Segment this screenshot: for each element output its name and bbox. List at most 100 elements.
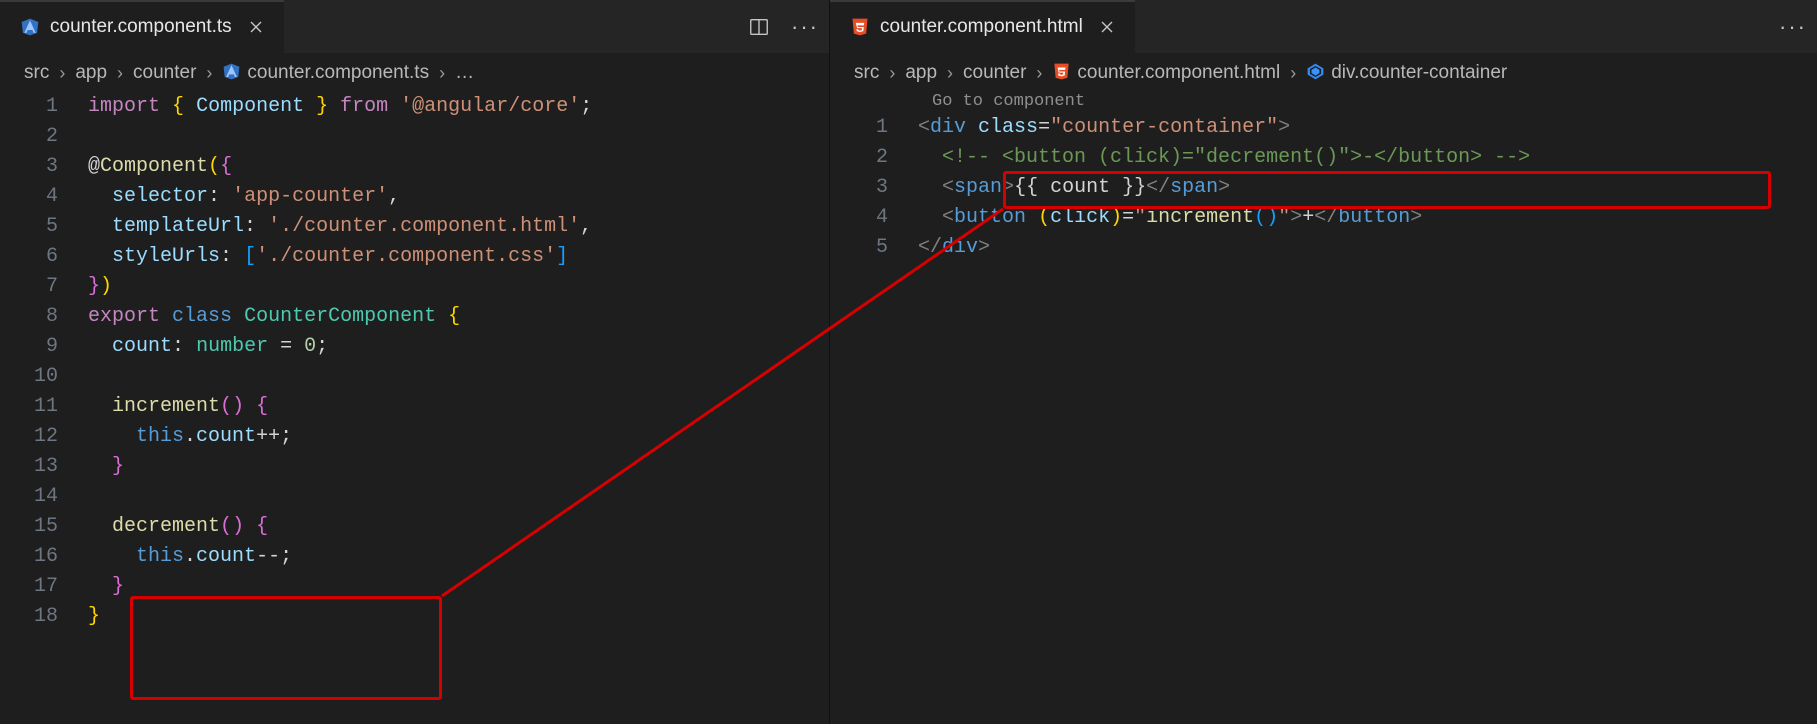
breadcrumbs-right[interactable]: src›app›counter›counter.component.html›d… <box>830 54 1817 90</box>
line-number: 1 <box>0 92 88 122</box>
chevron-right-icon: › <box>885 63 899 84</box>
code-content[interactable]: }) <box>88 272 829 302</box>
code-line[interactable]: 5 templateUrl: './counter.component.html… <box>0 212 829 242</box>
breadcrumb-segment[interactable]: app <box>75 62 107 84</box>
code-line[interactable]: 18} <box>0 602 829 632</box>
code-line[interactable]: 11 increment() { <box>0 392 829 422</box>
code-lens-link[interactable]: Go to component <box>830 92 1817 111</box>
code-content[interactable]: increment() { <box>88 392 829 422</box>
code-line[interactable]: 3@Component({ <box>0 152 829 182</box>
code-content[interactable] <box>88 482 829 512</box>
breadcrumbs-left[interactable]: src›app›counter›counter.component.ts›… <box>0 54 829 90</box>
code-line[interactable]: 2 <box>0 122 829 152</box>
breadcrumb-segment[interactable]: counter.component.ts <box>222 62 429 84</box>
code-line[interactable]: 5</div> <box>830 233 1817 263</box>
code-line[interactable]: 14 <box>0 482 829 512</box>
line-number: 18 <box>0 602 88 632</box>
line-number: 17 <box>0 572 88 602</box>
line-number: 4 <box>0 182 88 212</box>
breadcrumb-segment[interactable]: div.counter-container <box>1306 62 1507 84</box>
breadcrumb-segment[interactable]: src <box>854 62 879 84</box>
code-line[interactable]: 1<div class="counter-container"> <box>830 113 1817 143</box>
code-content[interactable]: <div class="counter-container"> <box>918 113 1817 143</box>
close-icon[interactable] <box>246 17 266 37</box>
code-line[interactable]: 13 } <box>0 452 829 482</box>
code-line[interactable]: 7}) <box>0 272 829 302</box>
code-content[interactable]: selector: 'app-counter', <box>88 182 829 212</box>
line-number: 4 <box>830 203 918 233</box>
tab-bar-left: counter.component.ts ··· <box>0 0 829 54</box>
code-content[interactable]: } <box>88 572 829 602</box>
code-content[interactable]: @Component({ <box>88 152 829 182</box>
code-line[interactable]: 4 selector: 'app-counter', <box>0 182 829 212</box>
code-content[interactable] <box>88 122 829 152</box>
angular-icon <box>222 62 241 81</box>
code-line[interactable]: 16 this.count--; <box>0 542 829 572</box>
code-editor-left[interactable]: 1import { Component } from '@angular/cor… <box>0 90 829 632</box>
line-number: 3 <box>830 173 918 203</box>
code-content[interactable]: </div> <box>918 233 1817 263</box>
code-line[interactable]: 3 <span>{{ count }}</span> <box>830 173 1817 203</box>
more-actions-icon[interactable]: ··· <box>793 15 817 39</box>
code-content[interactable] <box>88 362 829 392</box>
line-number: 8 <box>0 302 88 332</box>
breadcrumb-segment[interactable]: counter <box>133 62 196 84</box>
breadcrumb-segment[interactable]: app <box>905 62 937 84</box>
code-line[interactable]: 1import { Component } from '@angular/cor… <box>0 92 829 122</box>
code-content[interactable]: <span>{{ count }}</span> <box>918 173 1817 203</box>
code-content[interactable]: styleUrls: ['./counter.component.css'] <box>88 242 829 272</box>
chevron-right-icon: › <box>1032 63 1046 84</box>
tab-counter-ts[interactable]: counter.component.ts <box>0 0 284 53</box>
code-line[interactable]: 8export class CounterComponent { <box>0 302 829 332</box>
code-content[interactable]: <button (click)="increment()">+</button> <box>918 203 1817 233</box>
code-line[interactable]: 6 styleUrls: ['./counter.component.css'] <box>0 242 829 272</box>
code-line[interactable]: 15 decrement() { <box>0 512 829 542</box>
line-number: 6 <box>0 242 88 272</box>
code-content[interactable]: <!-- <button (click)="decrement()">-</bu… <box>918 143 1817 173</box>
line-number: 15 <box>0 512 88 542</box>
line-number: 7 <box>0 272 88 302</box>
chevron-right-icon: › <box>435 63 449 84</box>
code-line[interactable]: 2 <!-- <button (click)="decrement()">-</… <box>830 143 1817 173</box>
chevron-right-icon: › <box>113 63 127 84</box>
code-content[interactable]: } <box>88 452 829 482</box>
code-line[interactable]: 4 <button (click)="increment()">+</butto… <box>830 203 1817 233</box>
code-content[interactable]: this.count++; <box>88 422 829 452</box>
line-number: 9 <box>0 332 88 362</box>
line-number: 16 <box>0 542 88 572</box>
code-editor-right[interactable]: 1<div class="counter-container">2 <!-- <… <box>830 111 1817 263</box>
line-number: 10 <box>0 362 88 392</box>
editor-pane-left: counter.component.ts ··· src › app › counter… <box>0 0 830 724</box>
code-content[interactable]: export class CounterComponent { <box>88 302 829 332</box>
line-number: 11 <box>0 392 88 422</box>
element-icon <box>1306 62 1325 81</box>
line-number: 5 <box>830 233 918 263</box>
split-editor-icon[interactable] <box>747 15 771 39</box>
line-number: 13 <box>0 452 88 482</box>
code-line[interactable]: 17 } <box>0 572 829 602</box>
line-number: 3 <box>0 152 88 182</box>
editor-pane-right: counter.component.html ··· src › app › count… <box>830 0 1817 724</box>
chevron-right-icon: › <box>202 63 216 84</box>
code-content[interactable]: import { Component } from '@angular/core… <box>88 92 829 122</box>
breadcrumb-segment[interactable]: counter <box>963 62 1026 84</box>
tab-counter-html[interactable]: counter.component.html <box>830 0 1135 53</box>
tab-filename: counter.component.ts <box>50 16 232 38</box>
code-content[interactable]: decrement() { <box>88 512 829 542</box>
code-content[interactable]: this.count--; <box>88 542 829 572</box>
code-content[interactable]: count: number = 0; <box>88 332 829 362</box>
close-icon[interactable] <box>1097 17 1117 37</box>
breadcrumb-segment[interactable]: counter.component.html <box>1052 62 1280 84</box>
breadcrumb-segment[interactable]: src <box>24 62 49 84</box>
chevron-right-icon: › <box>1286 63 1300 84</box>
code-line[interactable]: 12 this.count++; <box>0 422 829 452</box>
code-line[interactable]: 10 <box>0 362 829 392</box>
line-number: 14 <box>0 482 88 512</box>
line-number: 1 <box>830 113 918 143</box>
tab-filename: counter.component.html <box>880 16 1083 38</box>
code-content[interactable]: templateUrl: './counter.component.html', <box>88 212 829 242</box>
more-actions-icon[interactable]: ··· <box>1781 15 1805 39</box>
breadcrumb-segment[interactable]: … <box>455 62 474 84</box>
code-line[interactable]: 9 count: number = 0; <box>0 332 829 362</box>
code-content[interactable]: } <box>88 602 829 632</box>
